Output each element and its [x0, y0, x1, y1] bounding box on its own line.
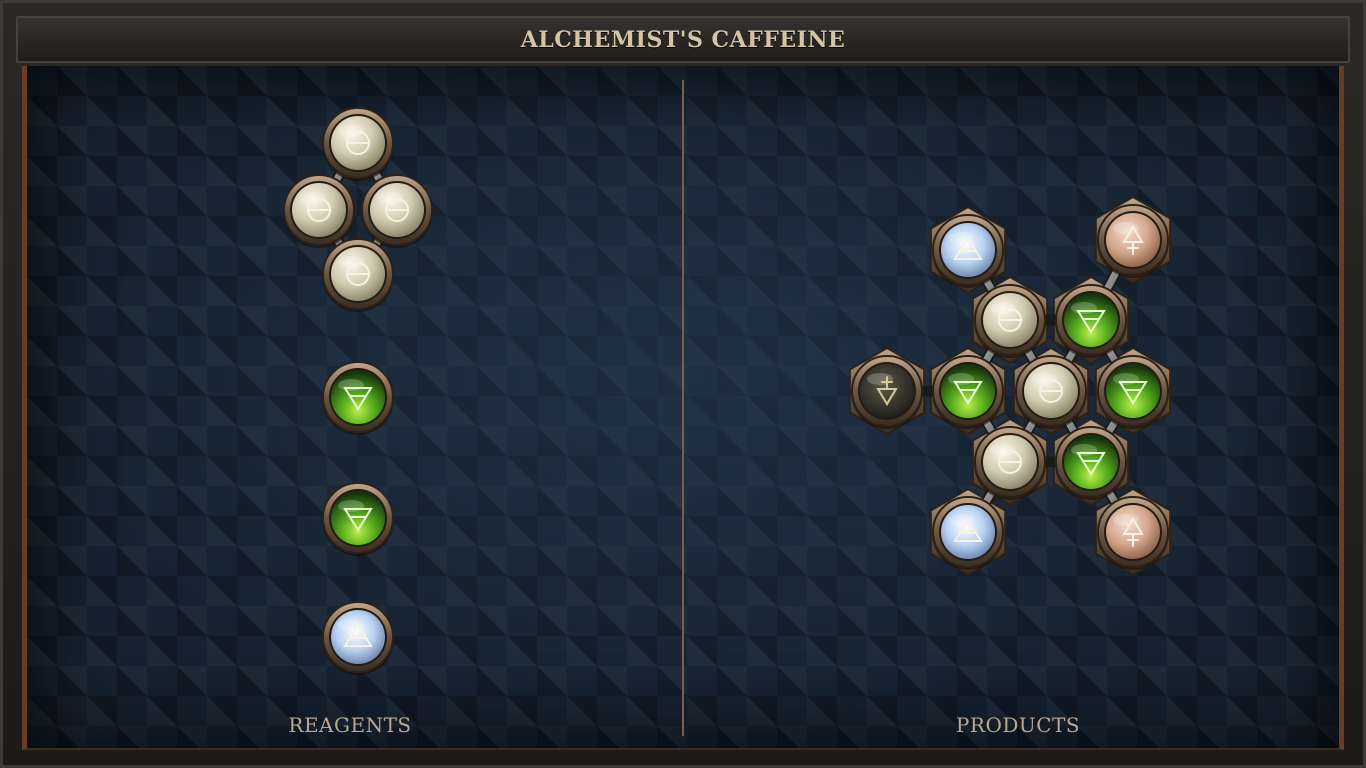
fire-atom[interactable]: [1097, 204, 1169, 278]
salt-atom[interactable]: [322, 107, 394, 181]
earth-atom[interactable]: [322, 482, 394, 556]
salt-atom[interactable]: [283, 174, 355, 248]
reagent-earth-1[interactable]: [322, 361, 394, 435]
molecule-canvas: [283, 107, 1172, 675]
air-atom[interactable]: [932, 496, 1004, 570]
earth-atom[interactable]: [1055, 284, 1127, 358]
salt-atom[interactable]: [1015, 355, 1087, 429]
products-panel: [848, 195, 1172, 577]
earth-atom[interactable]: [322, 361, 394, 435]
fire-atom[interactable]: [1097, 496, 1169, 570]
earth-atom[interactable]: [1055, 426, 1127, 500]
reagent-earth-2[interactable]: [322, 482, 394, 556]
reagents-panel: [283, 107, 433, 675]
dark-atom[interactable]: [851, 355, 923, 429]
reagent-air[interactable]: [322, 601, 394, 675]
earth-atom[interactable]: [1097, 355, 1169, 429]
salt-atom[interactable]: [322, 238, 394, 312]
reagent-salt-ring[interactable]: [283, 107, 433, 312]
salt-atom[interactable]: [974, 284, 1046, 358]
salt-atom[interactable]: [974, 426, 1046, 500]
air-atom[interactable]: [322, 601, 394, 675]
earth-atom[interactable]: [932, 355, 1004, 429]
product-molecule[interactable]: [848, 195, 1172, 577]
air-atom[interactable]: [932, 214, 1004, 288]
salt-atom[interactable]: [361, 174, 433, 248]
